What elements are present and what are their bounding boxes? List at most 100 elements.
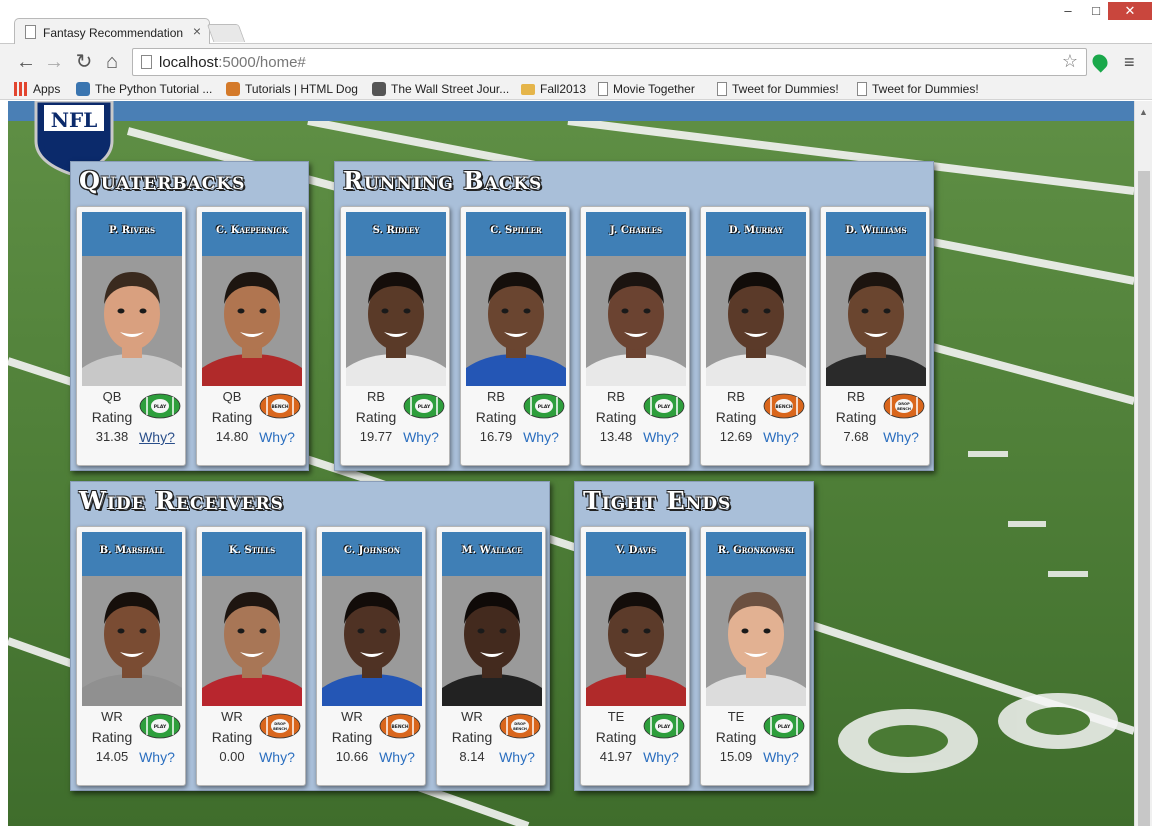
why-link[interactable]: Why?	[641, 429, 681, 445]
player-photo	[586, 256, 686, 386]
svg-text:BENCH: BENCH	[897, 407, 911, 411]
extension-icon[interactable]	[1089, 51, 1111, 73]
player-name: D. Williams	[826, 212, 926, 256]
close-window-button[interactable]: ✕	[1108, 2, 1152, 20]
vertical-scrollbar[interactable]: ▲	[1134, 101, 1152, 826]
address-bar[interactable]: localhost:5000/home# ☆	[132, 48, 1087, 76]
player-position: WR	[341, 709, 363, 724]
bench-football-icon[interactable]: BENCH	[763, 393, 805, 419]
bench-football-icon[interactable]: BENCH	[379, 713, 421, 739]
why-link[interactable]: Why?	[377, 749, 417, 765]
bookmark-label: The Python Tutorial ...	[95, 82, 213, 96]
player-card: B. Marshall WR Rating 14.05 Why? PLAY	[76, 526, 186, 786]
player-name: R. Gronkowski	[706, 532, 806, 576]
play-football-icon[interactable]: PLAY	[139, 393, 181, 419]
rating-value: 15.09	[719, 749, 753, 764]
bookmark-label: Tweet for Dummies!	[872, 82, 979, 96]
player-photo-illustration	[586, 256, 686, 386]
rating-label: Rating	[595, 729, 637, 745]
bench-football-icon[interactable]: DROPBENCH	[499, 713, 541, 739]
player-position: RB	[846, 389, 866, 404]
forward-button[interactable]: →	[42, 50, 66, 74]
bookmark-star-icon[interactable]: ☆	[1062, 51, 1078, 72]
why-link[interactable]: Why?	[641, 749, 681, 765]
page-icon	[857, 82, 867, 96]
bookmark-item[interactable]: The Python Tutorial ...	[76, 82, 212, 96]
player-card: D. Williams RB Rating 7.68 Why? DROP BENCH	[820, 206, 930, 466]
close-tab-icon[interactable]: ×	[193, 23, 201, 39]
why-link[interactable]: Why?	[497, 749, 537, 765]
player-name: P. Rivers	[82, 212, 182, 256]
why-link[interactable]: Why?	[761, 429, 801, 445]
bookmark-item[interactable]: Tutorials | HTML Dog	[226, 82, 358, 96]
svg-text:NFL: NFL	[51, 108, 98, 132]
wsj-icon	[372, 82, 386, 96]
player-photo	[586, 576, 686, 706]
player-position: RB	[606, 389, 626, 404]
apps-grid-icon	[14, 82, 28, 96]
bench-football-icon[interactable]: BENCH	[259, 393, 301, 419]
why-link[interactable]: Why?	[761, 749, 801, 765]
player-photo-illustration	[82, 576, 182, 706]
bookmark-item[interactable]: Fall2013	[521, 82, 586, 96]
scrollbar-thumb[interactable]	[1138, 171, 1150, 826]
player-name: C. Johnson	[322, 532, 422, 576]
rating-label: Rating	[451, 729, 493, 745]
play-football-icon[interactable]: PLAY	[139, 713, 181, 739]
player-photo-illustration	[82, 256, 182, 386]
bookmark-item[interactable]: Movie Together	[598, 82, 695, 96]
bookmark-label: Movie Together	[613, 82, 695, 96]
svg-text:PLAY: PLAY	[154, 404, 167, 410]
play-football-icon[interactable]: PLAY	[403, 393, 445, 419]
minimize-button[interactable]: –	[1054, 2, 1082, 20]
play-football-icon[interactable]: PLAY	[643, 393, 685, 419]
player-photo-illustration	[706, 256, 806, 386]
play-football-icon[interactable]: PLAY	[763, 713, 805, 739]
player-position: WR	[101, 709, 123, 724]
rating-label: Rating	[331, 729, 373, 745]
home-button[interactable]: ⌂	[100, 50, 124, 74]
bookmark-item[interactable]: The Wall Street Jour...	[372, 82, 509, 96]
bookmark-item[interactable]: Tweet for Dummies!	[857, 82, 979, 96]
rating-label: Rating	[835, 409, 877, 425]
bookmark-label: Fall2013	[540, 82, 587, 96]
bookmark-item[interactable]: Apps	[14, 82, 60, 96]
svg-text:DROP: DROP	[514, 722, 526, 726]
play-football-icon[interactable]: PLAY	[523, 393, 565, 419]
group-wide-receivers: Wide Receivers B. Marshall WR Rating 14.05 W…	[70, 481, 550, 791]
svg-text:PLAY: PLAY	[538, 404, 551, 410]
rating-label: Rating	[91, 729, 133, 745]
svg-text:BENCH: BENCH	[271, 404, 289, 410]
browser-tab[interactable]: Fantasy Recommendation ×	[14, 18, 210, 45]
maximize-button[interactable]: □	[1082, 2, 1110, 20]
new-tab-button[interactable]	[206, 24, 246, 42]
reload-button[interactable]: ↻	[72, 50, 96, 74]
bench-football-icon[interactable]: DROPBENCH	[883, 393, 925, 419]
rating-label: Rating	[91, 409, 133, 425]
play-football-icon[interactable]: PLAY	[643, 713, 685, 739]
url-text[interactable]: localhost:5000/home#	[159, 54, 306, 71]
scroll-up-icon[interactable]: ▲	[1139, 107, 1148, 117]
why-link[interactable]: Why?	[137, 429, 177, 445]
url-path: :5000/home#	[218, 54, 306, 71]
why-link[interactable]: Why?	[401, 429, 441, 445]
why-link[interactable]: Why?	[137, 749, 177, 765]
rating-label: Rating	[211, 409, 253, 425]
player-name: V. Davis	[586, 532, 686, 576]
back-button[interactable]: ←	[14, 50, 38, 74]
why-link[interactable]: Why?	[521, 429, 561, 445]
menu-icon[interactable]: ≡	[1124, 52, 1135, 73]
rating-label: Rating	[715, 729, 757, 745]
player-photo	[346, 256, 446, 386]
bench-football-icon[interactable]: DROPBENCH	[259, 713, 301, 739]
why-link[interactable]: Why?	[257, 429, 297, 445]
svg-text:BENCH: BENCH	[775, 404, 793, 410]
player-photo	[442, 576, 542, 706]
player-card: R. Gronkowski TE Rating 15.09 Why? PLAY	[700, 526, 810, 786]
bookmark-item[interactable]: Tweet for Dummies!	[717, 82, 839, 96]
player-photo-illustration	[322, 576, 422, 706]
player-photo-illustration	[466, 256, 566, 386]
why-link[interactable]: Why?	[257, 749, 297, 765]
page-icon	[598, 82, 608, 96]
why-link[interactable]: Why?	[881, 429, 921, 445]
